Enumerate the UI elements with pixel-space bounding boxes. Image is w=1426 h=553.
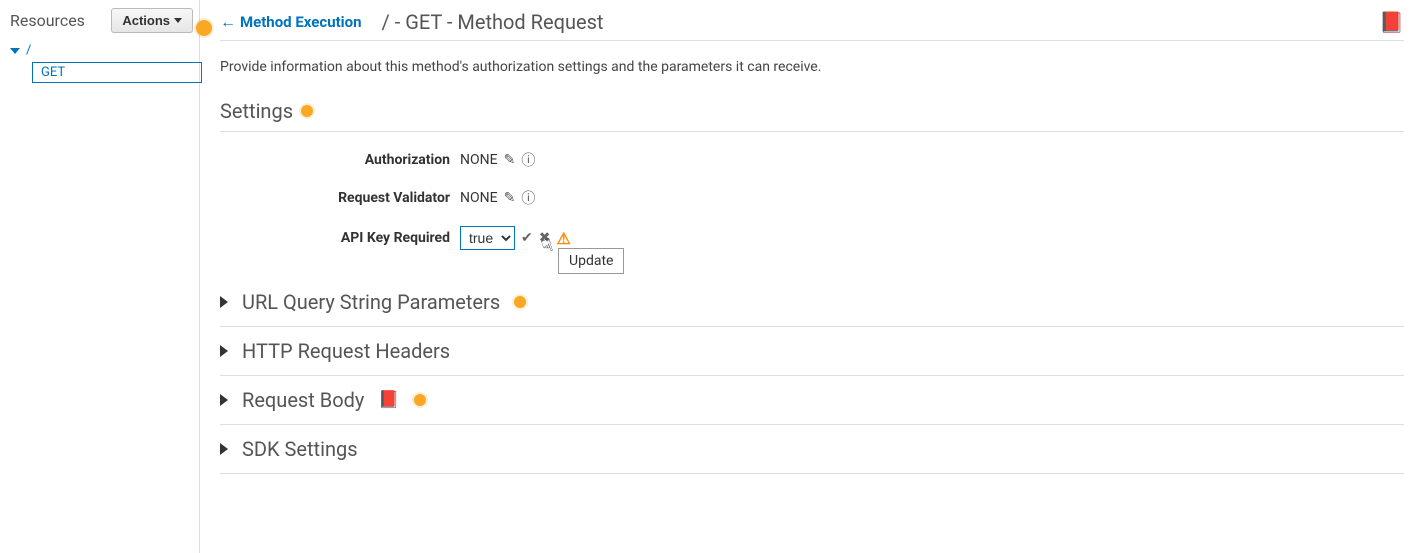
docs-book-icon[interactable]: 📕: [1379, 10, 1404, 34]
update-tooltip: Update: [558, 248, 624, 274]
caret-right-icon: [220, 443, 228, 455]
settings-heading-label: Settings: [220, 99, 293, 123]
chevron-down-icon[interactable]: [10, 48, 20, 54]
page-title: / - GET - Method Request: [382, 10, 604, 34]
annotation-marker-icon: [301, 105, 313, 117]
pencil-icon[interactable]: ✎: [504, 190, 516, 206]
section-request-body[interactable]: Request Body 📕: [220, 376, 1404, 425]
section-sdk-settings[interactable]: SDK Settings: [220, 425, 1404, 474]
confirm-check-icon[interactable]: ✔: [521, 230, 533, 246]
api-key-required-label: API Key Required: [220, 230, 460, 246]
actions-button[interactable]: Actions: [111, 8, 193, 33]
arrow-left-icon: ←: [220, 12, 236, 32]
tree-root-item[interactable]: /: [10, 43, 193, 58]
api-key-required-select[interactable]: true: [460, 226, 515, 250]
caret-down-icon: [174, 18, 182, 23]
section-http-headers[interactable]: HTTP Request Headers: [220, 327, 1404, 376]
info-icon[interactable]: ⓘ: [521, 188, 535, 208]
section-sdk-settings-label: SDK Settings: [242, 437, 358, 461]
authorization-label: Authorization: [220, 152, 460, 168]
section-request-body-label: Request Body: [242, 388, 364, 412]
method-execution-label: Method Execution: [240, 13, 362, 31]
book-icon: 📕: [378, 390, 399, 410]
actions-button-label: Actions: [122, 13, 170, 28]
section-http-headers-label: HTTP Request Headers: [242, 339, 450, 363]
method-execution-link[interactable]: ← Method Execution: [220, 12, 362, 32]
annotation-marker-icon: [514, 296, 526, 308]
tree-method-get[interactable]: GET: [32, 62, 202, 83]
main-panel: ← Method Execution / - GET - Method Requ…: [200, 0, 1426, 553]
tree-root-label: /: [26, 43, 31, 58]
description-text: Provide information about this method's …: [220, 59, 1404, 75]
warning-icon: ⚠: [556, 229, 570, 248]
pencil-icon[interactable]: ✎: [504, 152, 516, 168]
request-validator-value: NONE: [460, 190, 498, 206]
cancel-x-icon[interactable]: ✖: [539, 230, 551, 246]
resource-tree: / GET: [6, 43, 193, 83]
caret-right-icon: [220, 394, 228, 406]
caret-right-icon: [220, 296, 228, 308]
caret-right-icon: [220, 345, 228, 357]
sidebar: Resources Actions / GET: [0, 0, 200, 553]
annotation-marker-icon: [414, 394, 426, 406]
request-validator-label: Request Validator: [220, 190, 460, 206]
section-url-query-params[interactable]: URL Query String Parameters: [220, 278, 1404, 327]
sidebar-title: Resources: [6, 11, 85, 30]
settings-heading: Settings: [220, 99, 1404, 132]
section-url-query-label: URL Query String Parameters: [242, 290, 500, 314]
authorization-value: NONE: [460, 152, 498, 168]
info-icon[interactable]: ⓘ: [521, 150, 535, 170]
